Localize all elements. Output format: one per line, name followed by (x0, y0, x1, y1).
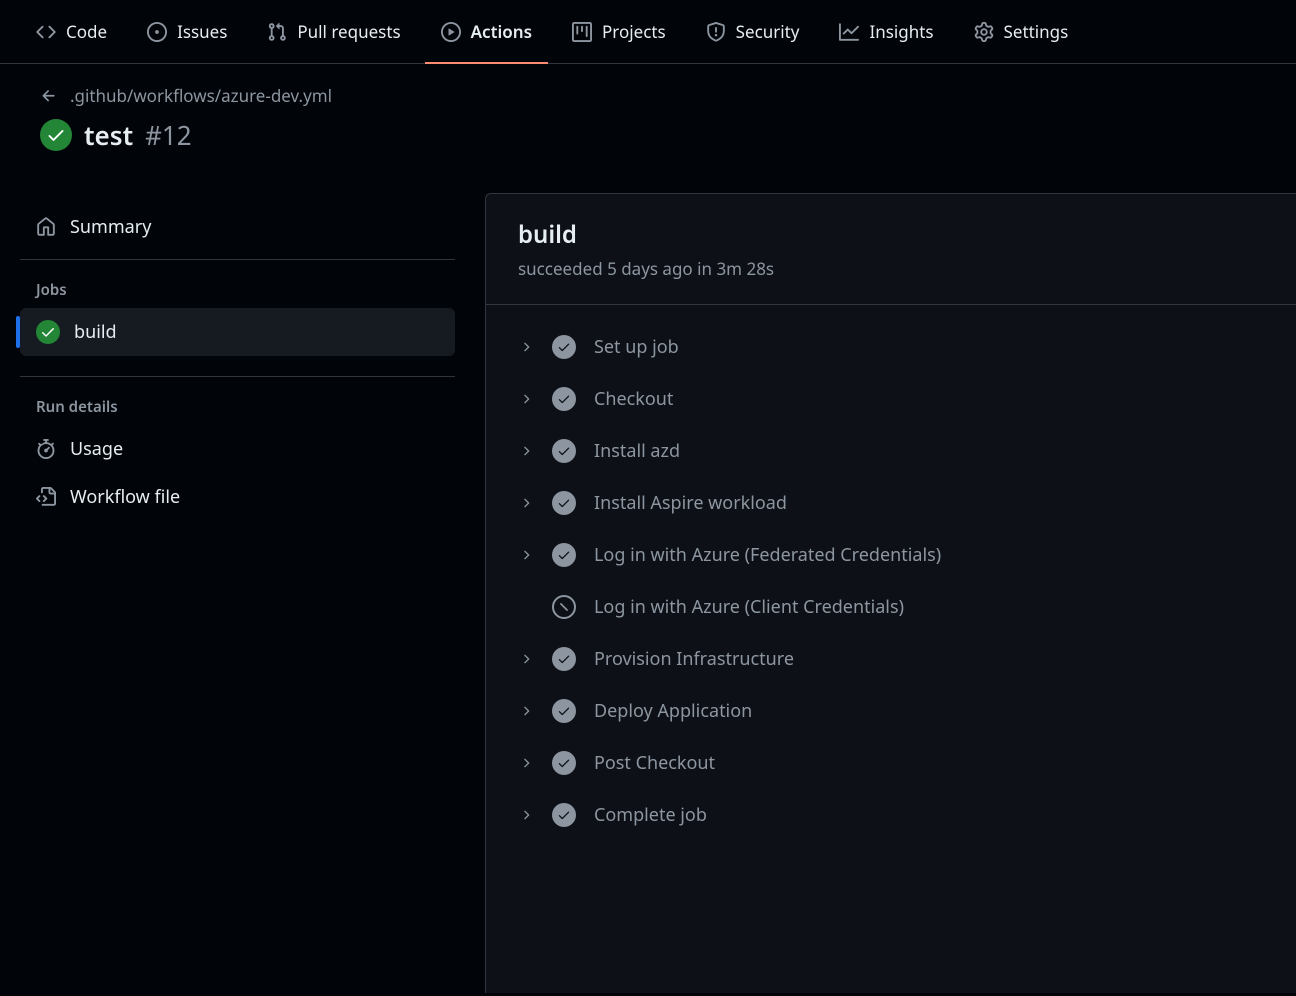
sidebar: Summary Jobs build Run details Usage Wor… (0, 193, 485, 993)
tab-pull-requests[interactable]: Pull requests (251, 0, 416, 63)
breadcrumb-text: .github/workflows/azure-dev.yml (70, 84, 332, 107)
chevron-right-icon (518, 651, 534, 667)
tab-label: Issues (177, 20, 227, 43)
success-check-icon (552, 699, 576, 723)
sidebar-workflow-file[interactable]: Workflow file (20, 473, 455, 521)
step-row[interactable]: Deploy Application (518, 685, 1264, 737)
step-name: Checkout (594, 387, 673, 411)
step-name: Provision Infrastructure (594, 647, 794, 671)
chevron-right-icon (518, 339, 534, 355)
job-panel-header: build succeeded 5 days ago in 3m 28s (486, 194, 1296, 305)
tab-settings[interactable]: Settings (958, 0, 1085, 63)
step-name: Log in with Azure (Federated Credentials… (594, 543, 941, 567)
tab-security[interactable]: Security (690, 0, 816, 63)
job-subtitle: succeeded 5 days ago in 3m 28s (518, 257, 1264, 280)
divider (20, 376, 455, 377)
graph-icon (839, 22, 859, 42)
run-header: .github/workflows/azure-dev.yml test #12 (0, 64, 1296, 163)
tab-actions[interactable]: Actions (425, 0, 548, 63)
breadcrumb[interactable]: .github/workflows/azure-dev.yml (40, 84, 1256, 107)
success-check-icon (552, 387, 576, 411)
chevron-right-icon (518, 755, 534, 771)
project-icon (572, 22, 592, 42)
step-row[interactable]: Checkout (518, 373, 1264, 425)
skip-icon (552, 595, 576, 619)
sidebar-label: Summary (70, 215, 151, 239)
step-row[interactable]: Install azd (518, 425, 1264, 477)
gear-icon (974, 22, 994, 42)
arrow-left-icon (40, 87, 58, 105)
main-layout: Summary Jobs build Run details Usage Wor… (0, 163, 1296, 993)
tab-label: Insights (869, 20, 933, 43)
steps-list: Set up job Checkout Install azd Install Asp… (486, 305, 1296, 857)
step-name: Deploy Application (594, 699, 752, 723)
chevron-right-icon (518, 547, 534, 563)
success-check-icon (552, 751, 576, 775)
step-row[interactable]: Provision Infrastructure (518, 633, 1264, 685)
jobs-heading: Jobs (20, 268, 455, 308)
step-name: Complete job (594, 803, 707, 827)
divider (20, 259, 455, 260)
tab-insights[interactable]: Insights (823, 0, 949, 63)
success-check-icon (552, 491, 576, 515)
run-number: #12 (145, 117, 192, 153)
sidebar-label: Workflow file (70, 485, 180, 509)
tab-code[interactable]: Code (20, 0, 123, 63)
step-name: Post Checkout (594, 751, 715, 775)
step-name: Install azd (594, 439, 680, 463)
home-icon (36, 217, 56, 237)
code-icon (36, 22, 56, 42)
sidebar-usage[interactable]: Usage (20, 425, 455, 473)
tab-label: Code (66, 20, 107, 43)
file-code-icon (36, 487, 56, 507)
step-row[interactable]: Post Checkout (518, 737, 1264, 789)
job-name: build (74, 320, 117, 344)
success-check-icon (552, 335, 576, 359)
step-name: Set up job (594, 335, 679, 359)
tab-label: Projects (602, 20, 666, 43)
tab-projects[interactable]: Projects (556, 0, 682, 63)
success-check-icon (552, 543, 576, 567)
step-row[interactable]: Complete job (518, 789, 1264, 841)
success-check-icon (552, 439, 576, 463)
step-row[interactable]: Install Aspire workload (518, 477, 1264, 529)
job-panel: build succeeded 5 days ago in 3m 28s Set… (485, 193, 1296, 993)
run-title-row: test #12 (40, 117, 1256, 153)
chevron-right-icon (518, 703, 534, 719)
repo-nav: Code Issues Pull requests Actions Projec… (0, 0, 1296, 64)
sidebar-label: Usage (70, 437, 123, 461)
tab-label: Pull requests (297, 20, 400, 43)
chevron-right-icon (518, 391, 534, 407)
success-check-icon (552, 803, 576, 827)
tab-label: Security (736, 20, 800, 43)
run-details-heading: Run details (20, 385, 455, 425)
success-badge-icon (40, 119, 72, 151)
step-row[interactable]: Log in with Azure (Federated Credentials… (518, 529, 1264, 581)
step-row[interactable]: Set up job (518, 321, 1264, 373)
sidebar-summary[interactable]: Summary (20, 203, 455, 251)
play-icon (441, 22, 461, 42)
tab-issues[interactable]: Issues (131, 0, 243, 63)
shield-icon (706, 22, 726, 42)
run-title: test (84, 117, 133, 153)
chevron-right-icon (518, 443, 534, 459)
tab-label: Actions (471, 20, 532, 43)
step-row[interactable]: Log in with Azure (Client Credentials) (518, 581, 1264, 633)
tab-label: Settings (1004, 20, 1069, 43)
success-check-icon (552, 647, 576, 671)
chevron-right-icon (518, 807, 534, 823)
job-title: build (518, 218, 1264, 251)
pr-icon (267, 22, 287, 42)
step-name: Install Aspire workload (594, 491, 787, 515)
success-check-icon (36, 320, 60, 344)
step-name: Log in with Azure (Client Credentials) (594, 595, 904, 619)
issue-icon (147, 22, 167, 42)
sidebar-job-build[interactable]: build (20, 308, 455, 356)
stopwatch-icon (36, 439, 56, 459)
chevron-right-icon (518, 495, 534, 511)
